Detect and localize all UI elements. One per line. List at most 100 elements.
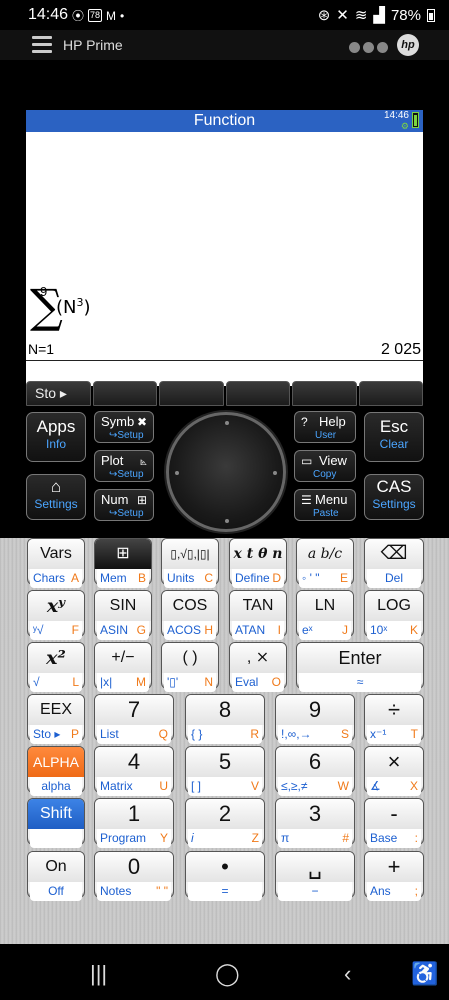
on-key[interactable]: On Off	[27, 851, 85, 901]
digit-0-key[interactable]: 0 Notes " "	[94, 851, 174, 901]
recents-icon[interactable]: |||	[90, 961, 107, 987]
digit-4-key[interactable]: 4 Matrix U	[94, 746, 174, 796]
divide-key-shift: x⁻¹ T	[367, 725, 421, 744]
dms-label: ◦ ' "	[302, 571, 320, 585]
digit-2-key[interactable]: 2 iZ	[185, 798, 265, 848]
negate-key-shift: |x| M	[97, 673, 149, 692]
xttn-key[interactable]: x t θ n Define D	[229, 538, 287, 588]
del-label: Del	[384, 571, 403, 585]
tan-key[interactable]: TAN ATAN I	[229, 590, 287, 640]
digit-7-key[interactable]: 7 List Q	[94, 694, 174, 744]
num-key[interactable]: Num ⊞ ↪Setup	[94, 489, 154, 521]
apps-key-sub: Info	[45, 437, 66, 451]
shift-key-sub	[30, 829, 82, 848]
esc-key[interactable]: Esc Clear	[364, 412, 424, 462]
ln-key[interactable]: LN eˣ J	[296, 590, 354, 640]
digit-5-key[interactable]: 5 [ ] V	[185, 746, 265, 796]
accessibility-icon[interactable]: ♿	[411, 961, 438, 987]
softkey-5[interactable]	[292, 381, 357, 406]
plus-key-shift: Ans;	[367, 882, 421, 901]
softkey-3[interactable]	[159, 381, 224, 406]
mem-label: Mem	[100, 571, 127, 585]
cas-key[interactable]: CAS Settings	[364, 474, 424, 520]
alpha-n-label: N	[204, 675, 213, 689]
power-key[interactable]: xʸ ʸ√ F	[27, 590, 85, 640]
plus-key[interactable]: + Ans;	[364, 851, 424, 901]
calculator-screen: Function 14:46 ⚙ 9 ∑ (N3) N=1 2 025	[26, 110, 423, 386]
alarm-icon: ⦿	[72, 9, 85, 23]
vars-key-shift: Chars A	[30, 569, 82, 588]
symb-key[interactable]: Symb ✖ ↪Setup	[94, 411, 154, 443]
vars-key[interactable]: Vars Chars A	[27, 538, 85, 588]
multiply-key[interactable]: × ∡ X	[364, 746, 424, 796]
alpha-h-label: H	[204, 623, 213, 637]
cos-key-label: COS	[162, 591, 218, 621]
plot-graph-icon: ⦝	[140, 454, 147, 468]
alpha-l-label: L	[72, 675, 79, 689]
plot-key[interactable]: Plot ⦝ ↪Setup	[94, 450, 154, 482]
status-bar: 14:46 ⦿ 78 M • ⊛ ✕ ≋ ▟ 78%	[0, 0, 449, 30]
relations-label: ≤,≥,≠	[281, 779, 308, 793]
square-key-label: x²	[28, 643, 84, 673]
help-key-sub: User	[315, 430, 337, 441]
cos-key-shift: ACOS H	[164, 621, 216, 640]
apps-key[interactable]: Apps Info	[26, 412, 86, 462]
sum-lower-limit: N=1	[28, 341, 55, 357]
digit-6-label: 6	[276, 747, 354, 777]
enter-key-label: Enter	[297, 643, 423, 673]
decimal-key[interactable]: • =	[185, 851, 265, 901]
softkey-1[interactable]: Sto ▸	[26, 381, 91, 406]
help-key[interactable]: ? Help User	[294, 411, 356, 443]
home-nav-icon[interactable]: ◯	[215, 961, 240, 987]
overflow-dots-icon[interactable]	[349, 42, 388, 53]
alpha-key[interactable]: ALPHA alpha	[27, 746, 85, 796]
brackets-label: [ ]	[191, 779, 202, 793]
toolbox-key[interactable]: ⊞ Mem B	[94, 538, 152, 588]
fraction-key[interactable]: a b/c ◦ ' " E	[296, 538, 354, 588]
square-key[interactable]: x² √ L	[27, 642, 85, 692]
ten-power-label: 10ˣ	[370, 623, 388, 637]
colon-label: :	[414, 831, 418, 845]
home-key[interactable]: ⌂ Settings	[26, 474, 86, 520]
back-icon[interactable]: ‹	[344, 961, 351, 987]
shift-key[interactable]: Shift	[27, 798, 85, 848]
alpha-key-sub: alpha	[30, 777, 82, 796]
eex-key[interactable]: EEX Sto ▸ P	[27, 694, 85, 744]
minus-key-shift: Base:	[367, 829, 421, 848]
menu-key[interactable]: ☰ Menu Paste	[294, 489, 356, 521]
digit-1-shift: Program Y	[97, 829, 171, 848]
digit-9-key[interactable]: 9 !,∞,→ S	[275, 694, 355, 744]
softkey-6[interactable]	[358, 381, 423, 406]
template-key[interactable]: ▯,√▯,|▯| Units C	[161, 538, 219, 588]
alpha-w-label: W	[337, 779, 349, 793]
sin-key[interactable]: SIN ASIN G	[94, 590, 152, 640]
log-key-label: LOG	[365, 591, 423, 621]
divide-key[interactable]: ÷ x⁻¹ T	[364, 694, 424, 744]
cos-key[interactable]: COS ACOS H	[161, 590, 219, 640]
dot-icon: •	[120, 8, 125, 23]
enter-key[interactable]: Enter ≈	[296, 642, 424, 692]
digit-8-key[interactable]: 8 { } R	[185, 694, 265, 744]
parentheses-key-shift: '▯' N	[164, 673, 216, 692]
digit-1-key[interactable]: 1 Program Y	[94, 798, 174, 848]
space-key[interactable]: ␣ −	[275, 851, 355, 901]
sqrt-label: √	[33, 675, 40, 689]
digit-0-label: 0	[95, 852, 173, 882]
hamburger-menu-icon[interactable]	[32, 36, 52, 54]
comma-key[interactable]: , ⨯ Eval O	[229, 642, 287, 692]
log-key[interactable]: LOG 10ˣ K	[364, 590, 424, 640]
digit-3-key[interactable]: 3 π #	[275, 798, 355, 848]
ln-key-label: LN	[297, 591, 353, 621]
softkey-2[interactable]	[92, 381, 157, 406]
dpad-right-marker	[273, 471, 277, 475]
minus-key[interactable]: - Base:	[364, 798, 424, 848]
softkey-4[interactable]	[225, 381, 290, 406]
angle-label: ∡	[370, 779, 381, 793]
digit-6-key[interactable]: 6 ≤,≥,≠ W	[275, 746, 355, 796]
negate-key[interactable]: +/− |x| M	[94, 642, 152, 692]
backspace-key[interactable]: ⌫ Del	[364, 538, 424, 588]
view-key[interactable]: ▭ View Copy	[294, 450, 356, 482]
alpha-p-label: P	[70, 727, 79, 741]
parentheses-key[interactable]: ( ) '▯' N	[161, 642, 219, 692]
direction-pad[interactable]	[166, 412, 286, 532]
